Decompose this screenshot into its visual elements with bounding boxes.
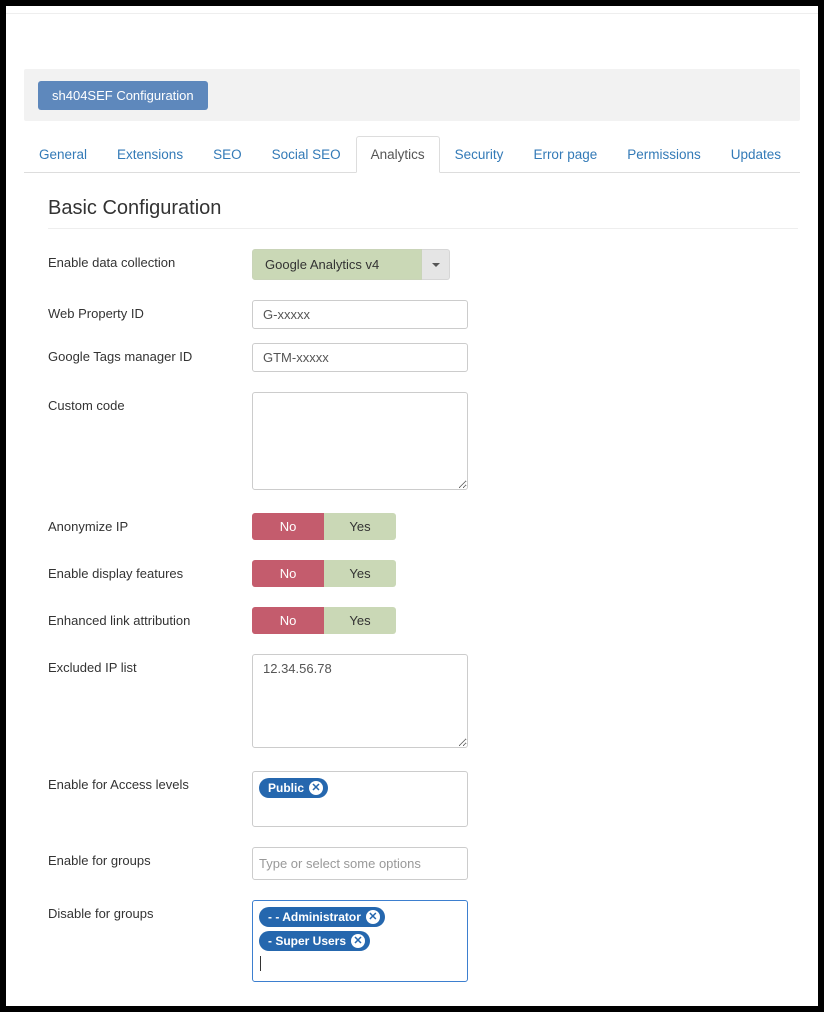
enhanced-link-no[interactable]: No: [252, 607, 324, 634]
enable-access-tagbox[interactable]: Public ✕: [252, 771, 468, 827]
tab-error-page[interactable]: Error page: [518, 136, 612, 173]
close-icon[interactable]: ✕: [309, 781, 323, 795]
text-cursor: [260, 956, 261, 971]
anonymize-ip-no[interactable]: No: [252, 513, 324, 540]
enable-collection-caret[interactable]: [422, 249, 450, 280]
tab-seo[interactable]: SEO: [198, 136, 257, 173]
gtm-id-input[interactable]: [252, 343, 468, 372]
enable-collection-value[interactable]: Google Analytics v4: [252, 249, 422, 280]
enable-groups-tagbox[interactable]: Type or select some options: [252, 847, 468, 880]
label-enable-groups: Enable for groups: [48, 847, 252, 868]
display-features-toggle[interactable]: No Yes: [252, 560, 396, 587]
disable-groups-tagbox[interactable]: - - Administrator ✕ - Super Users ✕: [252, 900, 468, 982]
tab-bar: General Extensions SEO Social SEO Analyt…: [24, 135, 800, 173]
label-custom-code: Custom code: [48, 392, 252, 413]
label-enable-access: Enable for Access levels: [48, 771, 252, 792]
label-web-property: Web Property ID: [48, 300, 252, 321]
tab-permissions[interactable]: Permissions: [612, 136, 716, 173]
label-gtm-id: Google Tags manager ID: [48, 343, 252, 364]
tag-label: - Super Users: [268, 934, 346, 948]
label-enable-collection: Enable data collection: [48, 249, 252, 270]
label-enhanced-link: Enhanced link attribution: [48, 607, 252, 628]
tag-administrator[interactable]: - - Administrator ✕: [259, 907, 385, 927]
enable-groups-placeholder: Type or select some options: [259, 856, 421, 871]
tab-security[interactable]: Security: [440, 136, 519, 173]
label-anonymize-ip: Anonymize IP: [48, 513, 252, 534]
label-excluded-ip: Excluded IP list: [48, 654, 252, 675]
tag-public[interactable]: Public ✕: [259, 778, 328, 798]
close-icon[interactable]: ✕: [366, 910, 380, 924]
tab-updates[interactable]: Updates: [716, 136, 796, 173]
section-title: Basic Configuration: [48, 197, 798, 229]
config-header-bar: sh404SEF Configuration: [24, 69, 800, 121]
tag-super-users[interactable]: - Super Users ✕: [259, 931, 370, 951]
excluded-ip-textarea[interactable]: 12.34.56.78: [252, 654, 468, 748]
display-features-no[interactable]: No: [252, 560, 324, 587]
enhanced-link-yes[interactable]: Yes: [324, 607, 396, 634]
tab-social-seo[interactable]: Social SEO: [257, 136, 356, 173]
config-title-button[interactable]: sh404SEF Configuration: [38, 81, 208, 110]
anonymize-ip-yes[interactable]: Yes: [324, 513, 396, 540]
tab-analytics[interactable]: Analytics: [356, 136, 440, 173]
tag-label: - - Administrator: [268, 910, 361, 924]
caret-down-icon: [432, 263, 440, 267]
label-display-features: Enable display features: [48, 560, 252, 581]
display-features-yes[interactable]: Yes: [324, 560, 396, 587]
enable-collection-select[interactable]: Google Analytics v4: [252, 249, 450, 280]
enhanced-link-toggle[interactable]: No Yes: [252, 607, 396, 634]
label-disable-groups: Disable for groups: [48, 900, 252, 921]
window-top-strip: [6, 6, 818, 14]
close-icon[interactable]: ✕: [351, 934, 365, 948]
tab-extensions[interactable]: Extensions: [102, 136, 198, 173]
tab-general[interactable]: General: [24, 136, 102, 173]
anonymize-ip-toggle[interactable]: No Yes: [252, 513, 396, 540]
web-property-input[interactable]: [252, 300, 468, 329]
custom-code-textarea[interactable]: [252, 392, 468, 490]
tag-label: Public: [268, 781, 304, 795]
